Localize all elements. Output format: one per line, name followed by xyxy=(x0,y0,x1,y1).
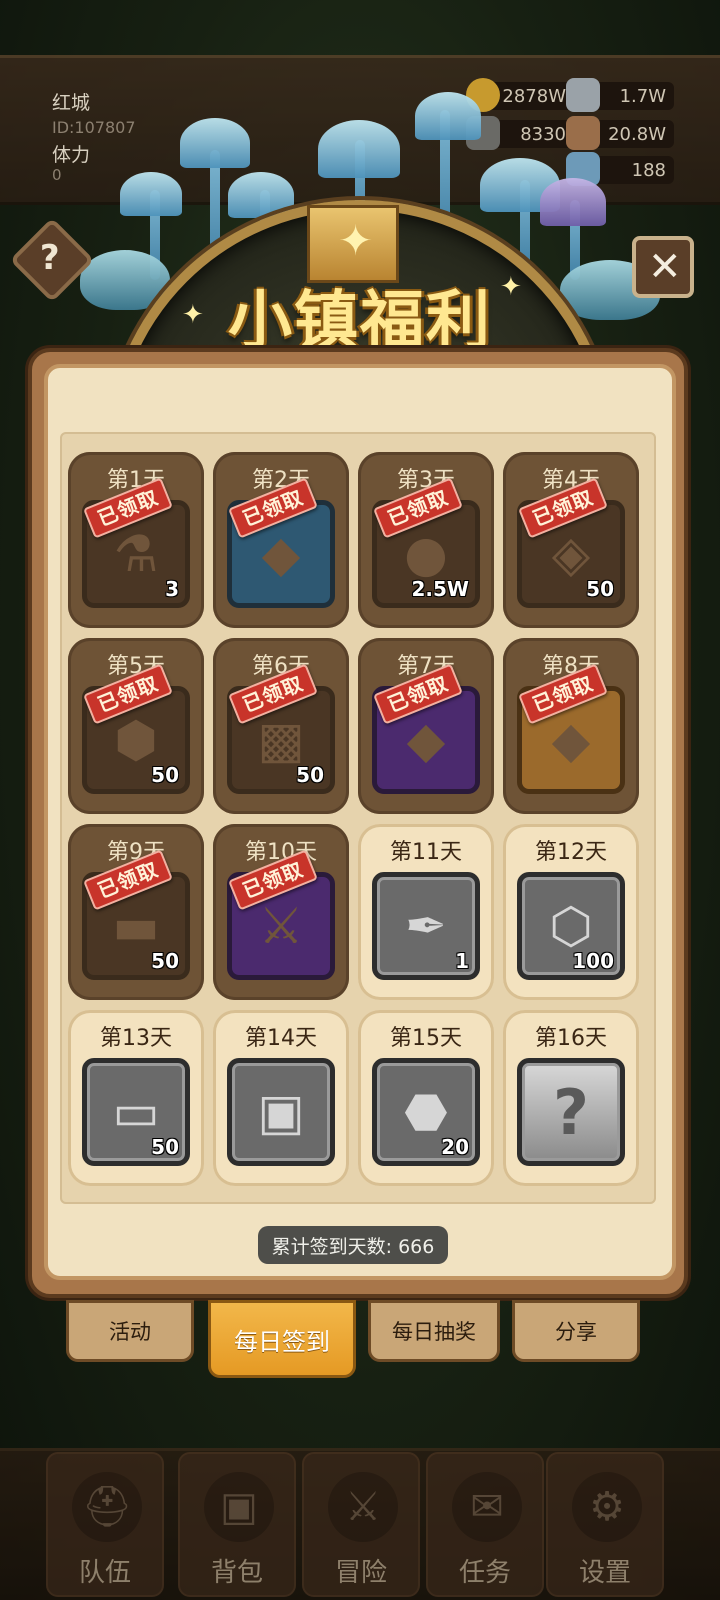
day-cell[interactable]: 第2天 ◆ 已领取 xyxy=(213,452,349,628)
day-cell[interactable]: 第14天 ▣ xyxy=(213,1010,349,1186)
stamina-value: 0 xyxy=(52,166,62,184)
day-label: 第16天 xyxy=(535,1026,607,1051)
close-icon: ✕ xyxy=(648,244,682,290)
reward-count: 50 xyxy=(151,949,179,973)
iron-ingot-icon xyxy=(566,78,600,112)
nav-item[interactable]: ▣ 背包 xyxy=(178,1452,296,1597)
reward-slot[interactable]: ⬡ 100 xyxy=(517,872,625,980)
helmet-icon: ⛑ xyxy=(72,1472,142,1542)
reward-count: 3 xyxy=(165,577,179,601)
reward-slot[interactable]: ⬣ 20 xyxy=(372,1058,480,1166)
nav-item[interactable]: ✉ 任务 xyxy=(426,1452,544,1597)
reward-count: 50 xyxy=(151,763,179,787)
day-cell[interactable]: 第10天 ⚔ 已领取 xyxy=(213,824,349,1000)
resource-iron: 1.7W xyxy=(566,78,674,112)
nav-label: 队伍 xyxy=(78,1558,131,1588)
nav-item[interactable]: ⚙ 设置 xyxy=(546,1452,664,1597)
day-cell[interactable]: 第8天 ◆ 已领取 xyxy=(503,638,639,814)
stamina-label: 体力 xyxy=(52,144,91,166)
reward-count: 50 xyxy=(586,577,614,601)
player-id: ID:107807 xyxy=(52,118,136,137)
nav-label: 冒险 xyxy=(334,1558,387,1588)
day-cell[interactable]: 第6天 ▩ 50 已领取 xyxy=(213,638,349,814)
day-cell[interactable]: 第3天 ● 2.5W 已领取 xyxy=(358,452,494,628)
day-label: 第13天 xyxy=(100,1026,172,1051)
day-cell[interactable]: 第16天? xyxy=(503,1010,639,1186)
tab-daily-signin[interactable]: 每日签到 xyxy=(208,1300,356,1378)
reward-count: 50 xyxy=(296,763,324,787)
total-signin-days: 累计签到天数: 666 xyxy=(258,1226,448,1264)
tab-activity[interactable]: 活动 xyxy=(66,1300,194,1362)
reward-slot[interactable]: ? xyxy=(517,1058,625,1166)
day-cell[interactable]: 第4天 ◈ 50 已领取 xyxy=(503,452,639,628)
resource-leather: 20.8W xyxy=(566,116,674,150)
reward-slot[interactable]: ▣ xyxy=(227,1058,335,1166)
question-icon: ? xyxy=(39,237,60,278)
close-button[interactable]: ✕ xyxy=(632,236,694,298)
quest-scroll-icon: ✉ xyxy=(452,1472,522,1542)
reward-count: 20 xyxy=(441,1135,469,1159)
resource-stone: 8330 xyxy=(466,116,574,150)
nav-label: 设置 xyxy=(578,1558,631,1588)
backpack-icon: ▣ xyxy=(257,1083,305,1141)
reward-count: 2.5W xyxy=(411,577,470,601)
tab-share[interactable]: 分享 xyxy=(512,1300,640,1362)
day-cell[interactable]: 第1天 ⚗ 3 已领取 xyxy=(68,452,204,628)
reward-count: 1 xyxy=(455,949,469,973)
mystery-box-icon: ? xyxy=(553,1075,589,1149)
bag-icon: ▣ xyxy=(204,1472,274,1542)
day-cell[interactable]: 第11天 ✒ 1 xyxy=(358,824,494,1000)
star-icon: ✦ xyxy=(338,216,374,265)
day-cell[interactable]: 第7天 ◆ 已领取 xyxy=(358,638,494,814)
nav-item[interactable]: ⚔ 冒险 xyxy=(302,1452,420,1597)
day-cell[interactable]: 第5天 ⬢ 50 已领取 xyxy=(68,638,204,814)
day-cell[interactable]: 第9天 ▬ 50 已领取 xyxy=(68,824,204,1000)
nav-label: 任务 xyxy=(458,1558,511,1588)
day-cell[interactable]: 第12天 ⬡ 100 xyxy=(503,824,639,1000)
tab-daily-lottery[interactable]: 每日抽奖 xyxy=(368,1300,500,1362)
reward-slot[interactable]: ✒ 1 xyxy=(372,872,480,980)
day-label: 第15天 xyxy=(390,1026,462,1051)
reward-count: 100 xyxy=(572,949,614,973)
nav-label: 背包 xyxy=(210,1558,263,1588)
nav-item[interactable]: ⛑ 队伍 xyxy=(46,1452,164,1597)
resource-crystal: 188 xyxy=(566,152,674,186)
gear-icon: ⚙ xyxy=(572,1472,642,1542)
player-name: 红城 xyxy=(52,92,91,114)
leather-icon xyxy=(566,116,600,150)
day-cell[interactable]: 第13天 ▭ 50 xyxy=(68,1010,204,1186)
day-cell[interactable]: 第15天 ⬣ 20 xyxy=(358,1010,494,1186)
day-label: 第14天 xyxy=(245,1026,317,1051)
reward-slot[interactable]: ▭ 50 xyxy=(82,1058,190,1166)
crossed-swords-icon: ⚔ xyxy=(328,1472,398,1542)
resource-gold: 2878W xyxy=(466,78,574,112)
reward-count: 50 xyxy=(151,1135,179,1159)
day-label: 第11天 xyxy=(390,840,462,865)
day-label: 第12天 xyxy=(535,840,607,865)
